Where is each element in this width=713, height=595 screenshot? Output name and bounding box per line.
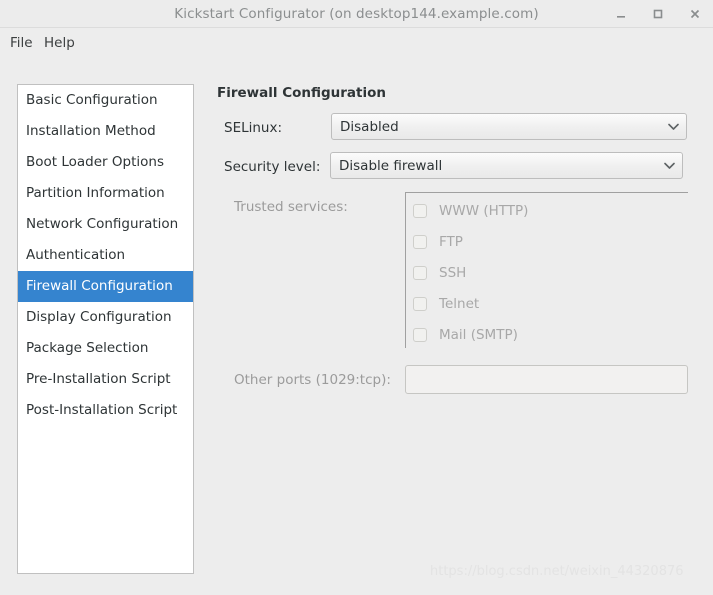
trusted-service-www[interactable]: WWW (HTTP) [413, 201, 528, 221]
checkbox-icon[interactable] [413, 297, 427, 311]
chevron-down-icon [660, 123, 686, 131]
security-level-value: Disable firewall [339, 157, 443, 174]
sidebar-item-basic-configuration[interactable]: Basic Configuration [18, 85, 193, 116]
sidebar-item-pre-installation-script[interactable]: Pre-Installation Script [18, 364, 193, 395]
sidebar-item-display-configuration[interactable]: Display Configuration [18, 302, 193, 333]
security-level-select[interactable]: Disable firewall [330, 152, 683, 179]
sidebar-item-firewall-configuration[interactable]: Firewall Configuration [18, 271, 193, 302]
sidebar-item-post-installation-script[interactable]: Post-Installation Script [18, 395, 193, 426]
trusted-service-label: FTP [439, 234, 463, 250]
window-title: Kickstart Configurator (on desktop144.ex… [174, 6, 539, 22]
security-level-label: Security level: [224, 159, 321, 175]
checkbox-icon[interactable] [413, 266, 427, 280]
trusted-service-label: WWW (HTTP) [439, 203, 529, 219]
menu-item-file[interactable]: File [4, 29, 39, 57]
menu-item-help[interactable]: Help [38, 29, 81, 57]
trusted-services-label: Trusted services: [234, 199, 348, 215]
checkbox-icon[interactable] [413, 204, 427, 218]
chevron-down-icon [656, 162, 682, 170]
close-icon [690, 9, 700, 19]
checkbox-icon[interactable] [413, 235, 427, 249]
trusted-service-ssh[interactable]: SSH [413, 263, 466, 283]
sidebar-item-partition-information[interactable]: Partition Information [18, 178, 193, 209]
trusted-service-telnet[interactable]: Telnet [413, 294, 479, 314]
sidebar-item-package-selection[interactable]: Package Selection [18, 333, 193, 364]
other-ports-label: Other ports (1029:tcp): [234, 372, 391, 388]
menu-bar: File Help [0, 29, 713, 57]
trusted-service-label: Mail (SMTP) [439, 327, 518, 343]
watermark-text: https://blog.csdn.net/weixin_44320876 [430, 564, 684, 579]
minimize-icon [617, 16, 625, 18]
sidebar-item-authentication[interactable]: Authentication [18, 240, 193, 271]
minimize-button[interactable] [608, 0, 634, 28]
trusted-service-label: Telnet [439, 296, 480, 312]
trusted-service-mail[interactable]: Mail (SMTP) [413, 325, 518, 345]
sidebar-item-network-configuration[interactable]: Network Configuration [18, 209, 193, 240]
checkbox-icon[interactable] [413, 328, 427, 342]
window-titlebar: Kickstart Configurator (on desktop144.ex… [0, 0, 713, 28]
trusted-service-ftp[interactable]: FTP [413, 232, 463, 252]
selinux-label: SELinux: [224, 120, 283, 136]
sidebar-item-boot-loader-options[interactable]: Boot Loader Options [18, 147, 193, 178]
selinux-value: Disabled [340, 118, 399, 135]
trusted-service-label: SSH [439, 265, 467, 281]
selinux-select[interactable]: Disabled [331, 113, 687, 140]
maximize-button[interactable] [645, 0, 671, 28]
maximize-icon [653, 9, 663, 19]
close-button[interactable] [682, 0, 708, 28]
section-list[interactable]: Basic Configuration Installation Method … [17, 84, 194, 574]
trusted-services-frame: WWW (HTTP) FTP SSH Telnet Mail (SMTP) [405, 192, 688, 348]
page-title: Firewall Configuration [217, 85, 387, 101]
other-ports-input[interactable] [405, 365, 688, 394]
sidebar-item-installation-method[interactable]: Installation Method [18, 116, 193, 147]
